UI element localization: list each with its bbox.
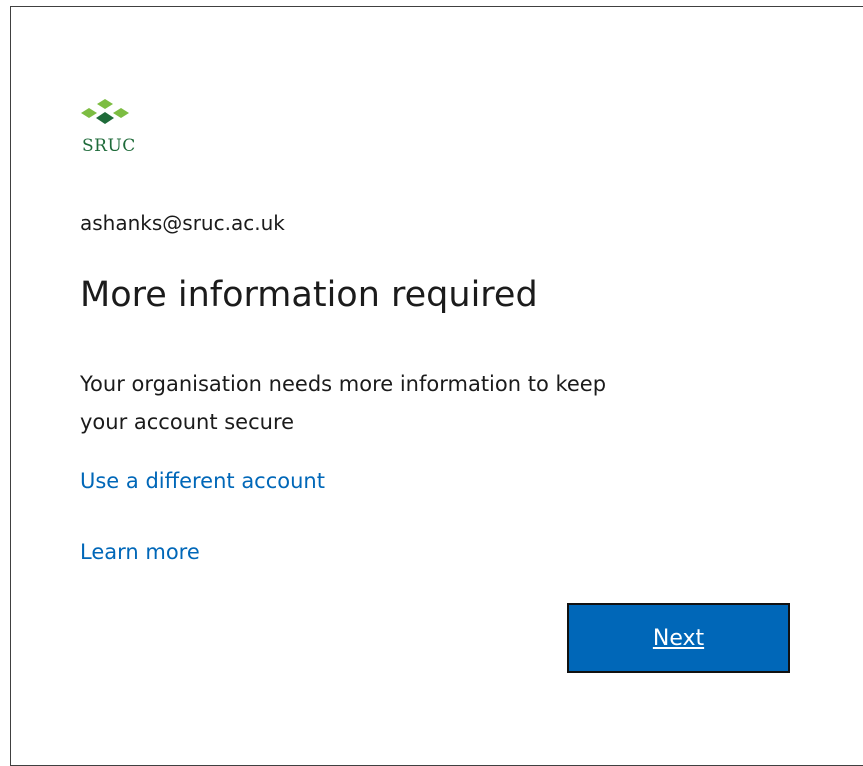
description-line-1: Your organisation needs more information… xyxy=(80,372,607,396)
page-title: More information required xyxy=(80,275,538,315)
learn-more-link[interactable]: Learn more xyxy=(80,540,200,564)
description: Your organisation needs more information… xyxy=(80,365,780,441)
next-button[interactable]: Next xyxy=(567,603,790,673)
description-line-2: your account secure xyxy=(80,410,295,434)
use-different-account-link[interactable]: Use a different account xyxy=(80,469,325,493)
account-email: ashanks@sruc.ac.uk xyxy=(80,211,285,235)
logo-text: SRUC xyxy=(82,136,136,156)
